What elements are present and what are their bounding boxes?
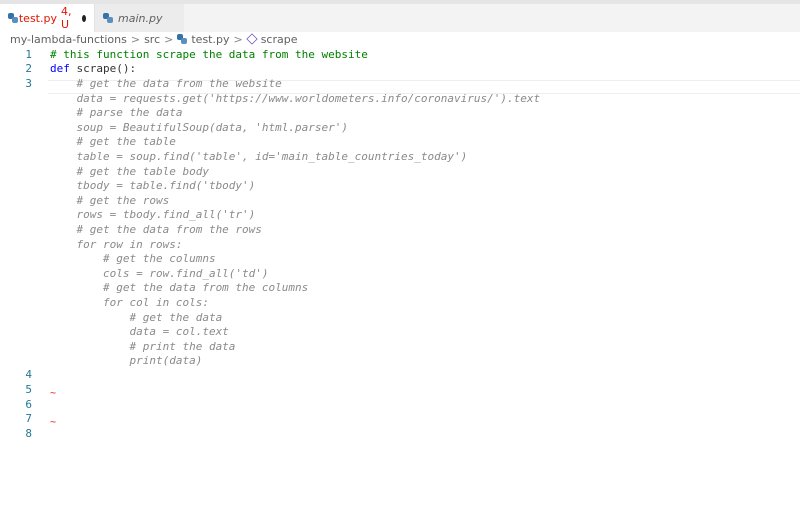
code-line: 1 # this function scrape the data from t… xyxy=(0,48,800,62)
ghost-code-text: # get the data from the rows xyxy=(50,223,262,236)
ghost-code-text: # get the columns xyxy=(50,252,216,266)
ghost-code-line: data = requests.get('https://www.worldom… xyxy=(0,92,800,106)
chevron-right-icon: > xyxy=(130,32,141,46)
ghost-code-text: # parse the data xyxy=(50,106,183,120)
function-signature: scrape(): xyxy=(69,62,137,75)
code-line: 4 xyxy=(0,368,800,382)
breadcrumb-folder-root[interactable]: my-lambda-functions xyxy=(10,33,127,46)
ghost-code-line: # get the rows xyxy=(0,194,800,208)
ghost-code-line: # get the data from the columns xyxy=(0,281,800,295)
breadcrumb: my-lambda-functions > src > test.py > sc… xyxy=(10,32,298,46)
ghost-code-text: cols = row.find_all('td') xyxy=(50,266,269,280)
code-comment: # this function scrape the data from the… xyxy=(50,48,368,61)
unsaved-dot-icon[interactable] xyxy=(81,14,86,22)
ghost-code-text: data = col.text xyxy=(50,325,229,339)
python-file-icon xyxy=(8,13,18,23)
code-line: 5 ~ xyxy=(0,383,800,399)
ghost-code-text: for col in cols: xyxy=(50,296,209,309)
code-line: 7 ~ xyxy=(0,412,800,428)
ghost-code-line: # get the columns xyxy=(0,252,800,266)
code-line: 2 def scrape(): xyxy=(0,62,800,76)
breadcrumb-file[interactable]: test.py xyxy=(191,33,229,46)
tab-test-py[interactable]: test.py 4, U xyxy=(0,4,94,32)
ghost-code-line: data = col.text xyxy=(0,325,800,339)
ghost-code-text: for row in rows: xyxy=(50,237,183,251)
ghost-code-line: # parse the data xyxy=(0,106,800,120)
ghost-code-text: # get the data xyxy=(50,310,223,324)
symbol-method-icon xyxy=(246,33,258,45)
python-file-icon xyxy=(103,13,113,23)
ghost-code-text: # print the data xyxy=(50,339,236,353)
line-number: 4 xyxy=(25,368,32,381)
ghost-code-line: # get the data from the website xyxy=(0,77,800,91)
line-number: 5 xyxy=(25,383,32,396)
code-def: def scrape(): xyxy=(50,62,136,76)
ghost-code-text: rows = tbody.find_all('tr') xyxy=(50,208,256,222)
line-number: 8 xyxy=(25,427,32,440)
ghost-code-line: print(data) xyxy=(0,354,800,368)
line-number: 6 xyxy=(25,398,32,411)
ghost-code-line: soup = BeautifulSoup(data, 'html.parser'… xyxy=(0,121,800,135)
ghost-code-line: for col in cols: xyxy=(0,296,800,310)
problems-badge: 4, U xyxy=(60,5,72,31)
ghost-code-text: tbody = table.find('tbody') xyxy=(50,179,256,193)
tab-label: test.py xyxy=(18,11,57,25)
ghost-code-line: # get the table body xyxy=(0,165,800,179)
chevron-right-icon: > xyxy=(233,32,243,46)
ghost-code-line: # print the data xyxy=(0,340,800,354)
ghost-code-text: data = requests.get('https://www.worldom… xyxy=(50,91,541,105)
ghost-code-line: # get the data from the rows xyxy=(0,223,800,237)
ghost-code-text: # get the table body xyxy=(50,164,209,178)
ghost-code-text: print(data) xyxy=(50,354,203,368)
ghost-code-line: tbody = table.find('tbody') xyxy=(0,179,800,193)
breadcrumb-folder-src[interactable]: src xyxy=(144,33,160,46)
breadcrumb-symbol[interactable]: scrape xyxy=(261,33,298,46)
ghost-code-text: table = soup.find('table', id='main_tabl… xyxy=(50,150,468,163)
keyword-def: def xyxy=(50,62,70,75)
ghost-code-line: # get the table xyxy=(0,135,800,149)
line-number: 1 xyxy=(25,48,32,61)
ghost-code-line: cols = row.find_all('td') xyxy=(0,267,800,281)
tab-label: main.py xyxy=(118,11,163,25)
chevron-right-icon: > xyxy=(164,32,174,46)
line-number: 2 xyxy=(25,62,32,75)
ghost-code-text: # get the table xyxy=(50,135,176,149)
ghost-code-text: # get the data from the columns xyxy=(50,281,309,295)
ghost-code-text: # get the rows xyxy=(50,193,170,207)
python-file-icon xyxy=(177,34,188,44)
ghost-code-text: # get the data from the website xyxy=(50,77,282,90)
ghost-code-text: soup = BeautifulSoup(data, 'html.parser'… xyxy=(50,120,349,134)
ghost-code-line: # get the data xyxy=(0,311,800,325)
editor-tab-bar: test.py 4, U main.py xyxy=(0,4,800,32)
code-line: 8 xyxy=(0,427,800,441)
tab-main-py[interactable]: main.py xyxy=(94,4,184,32)
ghost-code-line: for row in rows: xyxy=(0,238,800,252)
code-line: 6 xyxy=(0,398,800,412)
ghost-code-line: rows = tbody.find_all('tr') xyxy=(0,208,800,222)
line-number: 7 xyxy=(25,412,32,425)
ghost-code-line: table = soup.find('table', id='main_tabl… xyxy=(0,150,800,164)
